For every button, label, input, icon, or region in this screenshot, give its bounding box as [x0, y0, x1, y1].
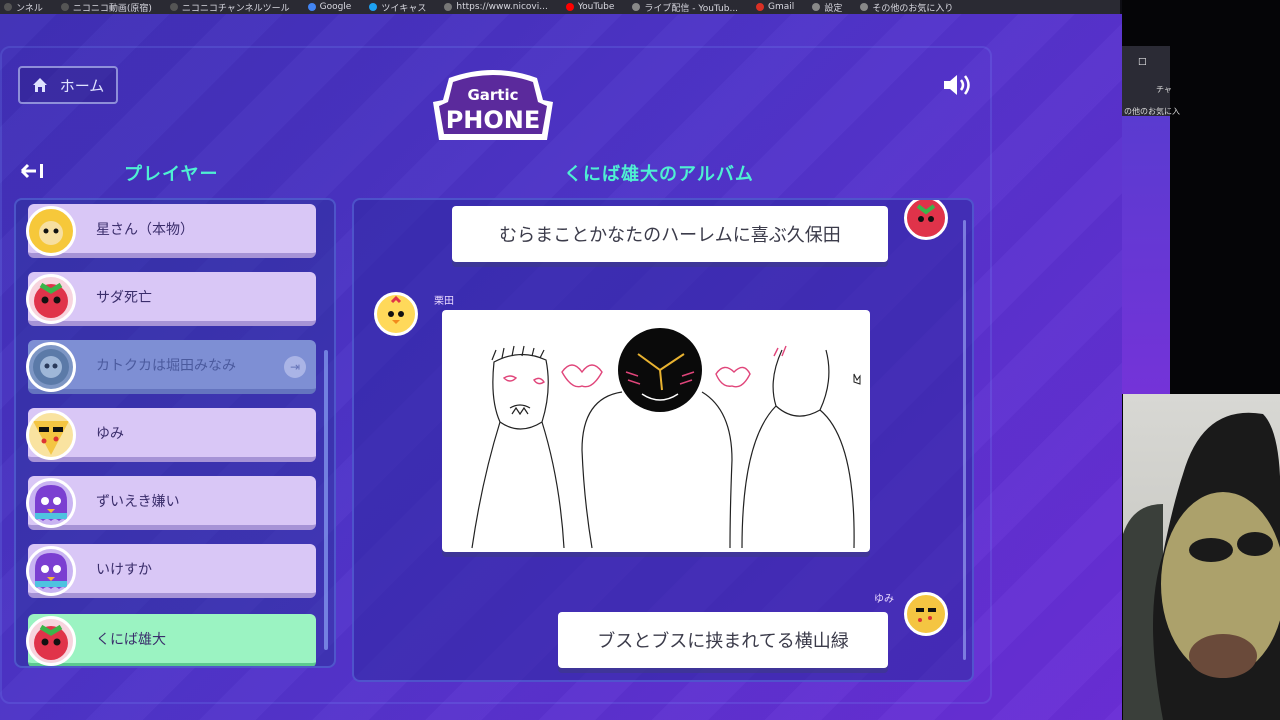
player-item[interactable]: ゆみ	[26, 408, 316, 462]
bookmark-favicon-icon	[369, 3, 378, 11]
player-item[interactable]: カトクカは堀田みなみ ⇥	[26, 340, 316, 394]
bookmark-label: Google	[319, 2, 352, 12]
bookmark-item[interactable]: その他のお気に入り	[860, 1, 953, 14]
bookmark-item[interactable]: ンネル	[4, 1, 43, 14]
album-text: ブスとブスに挟まれてる横山緑	[597, 631, 849, 652]
player-item[interactable]: いけすか	[26, 544, 316, 598]
side-browser-window	[1122, 46, 1170, 394]
pizza-avatar	[904, 592, 948, 636]
drawing-image	[471, 328, 861, 549]
player-name: くにば雄大	[96, 631, 166, 648]
logo-bottom-text: PHONE	[446, 106, 541, 134]
bookmark-label: その他のお気に入り	[872, 3, 954, 14]
bookmark-item[interactable]: ニコニコチャンネルツール	[169, 1, 290, 14]
album-title: くにば雄大のアルバム	[564, 164, 754, 185]
ghost-avatar	[26, 546, 76, 596]
bookmark-favicon-icon	[632, 3, 641, 11]
album-text-bubble: ブスとブスに挟まれてる横山緑	[558, 612, 888, 668]
players-title: プレイヤー	[124, 164, 219, 185]
webcam-feed	[1123, 394, 1280, 720]
player-name: 星さん（本物）	[96, 221, 194, 238]
robot-avatar	[26, 342, 76, 392]
bookmark-favicon-icon	[169, 3, 178, 11]
player-name: カトクカは堀田みなみ	[96, 357, 236, 374]
player-item[interactable]: くにば雄大	[26, 614, 316, 666]
bookmark-label: https://www.nicovi...	[456, 2, 548, 12]
bookmark-favicon-icon	[444, 3, 453, 11]
player-list[interactable]: 星さん（本物） サダ死亡カトクカは堀田みなみ ⇥ ゆみずいえき嫌い いけすかくにば雄大	[14, 198, 336, 668]
bookmark-item[interactable]: Gmail	[756, 2, 794, 12]
home-label: ホーム	[59, 76, 105, 95]
home-button[interactable]: ホーム	[18, 66, 118, 104]
home-icon	[32, 78, 47, 92]
sunflower-avatar	[26, 206, 76, 256]
side-tab-label: チャ	[1156, 85, 1172, 94]
bookmark-item[interactable]: ニコニコ動画(原宿)	[60, 1, 152, 14]
bookmark-favicon-icon	[756, 3, 765, 11]
bookmark-favicon-icon	[565, 3, 574, 11]
pizza-avatar	[26, 410, 76, 460]
drawing-author: 栗田	[434, 296, 454, 307]
drawing-canvas	[442, 310, 870, 552]
bookmark-label: ニコニコ動画(原宿)	[72, 3, 152, 14]
player-name: いけすか	[96, 561, 152, 578]
bookmark-label: YouTube	[577, 2, 615, 12]
album-scrollbar[interactable]	[963, 220, 966, 660]
player-item[interactable]: サダ死亡	[26, 272, 316, 326]
bookmark-favicon-icon	[812, 3, 821, 11]
bookmark-label: Gmail	[768, 2, 795, 12]
strawberry-avatar	[904, 200, 948, 240]
window-square-icon: □	[1138, 57, 1147, 67]
bookmark-item[interactable]: YouTube	[565, 2, 615, 12]
bookmark-label: ツイキャス	[381, 3, 427, 14]
player-name: サダ死亡	[96, 289, 152, 306]
strawberry-avatar	[26, 274, 76, 324]
album-text: むらまことかなたのハーレムに喜ぶ久保田	[499, 225, 841, 246]
bookmark-label: ニコニコチャンネルツール	[181, 3, 290, 14]
bookmark-label: ライブ配信 - YouTub...	[644, 3, 739, 14]
collapse-panel-icon[interactable]	[20, 162, 46, 180]
bookmark-favicon-icon	[860, 3, 869, 11]
bookmark-favicon-icon	[60, 3, 69, 11]
bookmark-favicon-icon	[4, 3, 12, 11]
player-item[interactable]: ずいえき嫌い	[26, 476, 316, 530]
bookmark-favicon-icon	[307, 3, 316, 11]
player-list-scrollbar[interactable]	[324, 350, 328, 650]
bookmark-item[interactable]: ツイキャス	[369, 1, 426, 14]
text-author: ゆみ	[874, 594, 894, 605]
gartic-phone-logo: Gartic PHONE	[433, 70, 553, 140]
bookmark-item[interactable]: ライブ配信 - YouTub...	[632, 1, 738, 14]
bookmark-label: ンネル	[16, 3, 43, 14]
bookmark-item[interactable]: https://www.nicovi...	[444, 2, 548, 12]
bookmark-label: 設定	[824, 3, 843, 14]
sound-icon[interactable]	[942, 72, 974, 98]
game-area: ホーム Gartic PHONE プレイヤー くにば雄大のアルバム 星さん（本物…	[0, 14, 1122, 720]
bookmarks-bar: ンネル ニコニコ動画(原宿) ニコニコチャンネルツール Google ツイキャス http…	[0, 0, 1120, 14]
bookmark-item[interactable]: 設定	[812, 1, 842, 14]
album-text-bubble: むらまことかなたのハーレムに喜ぶ久保田	[452, 206, 888, 262]
ghost-avatar	[26, 478, 76, 528]
logo-top-text: Gartic	[467, 86, 518, 104]
player-name: ずいえき嫌い	[96, 493, 180, 510]
strawberry-avatar	[26, 616, 76, 666]
player-item[interactable]: 星さん（本物）	[26, 204, 316, 258]
chick-avatar	[374, 292, 418, 336]
bookmark-item[interactable]: Google	[307, 2, 352, 12]
player-name: ゆみ	[96, 425, 124, 442]
album-panel[interactable]: むらまことかなたのハーレムに喜ぶ久保田 栗田 ゆみ ブスとブスに挟まれてる横山緑	[352, 198, 974, 682]
player-left-icon: ⇥	[284, 356, 306, 378]
side-folder-label: の他のお気に入	[1124, 107, 1180, 116]
